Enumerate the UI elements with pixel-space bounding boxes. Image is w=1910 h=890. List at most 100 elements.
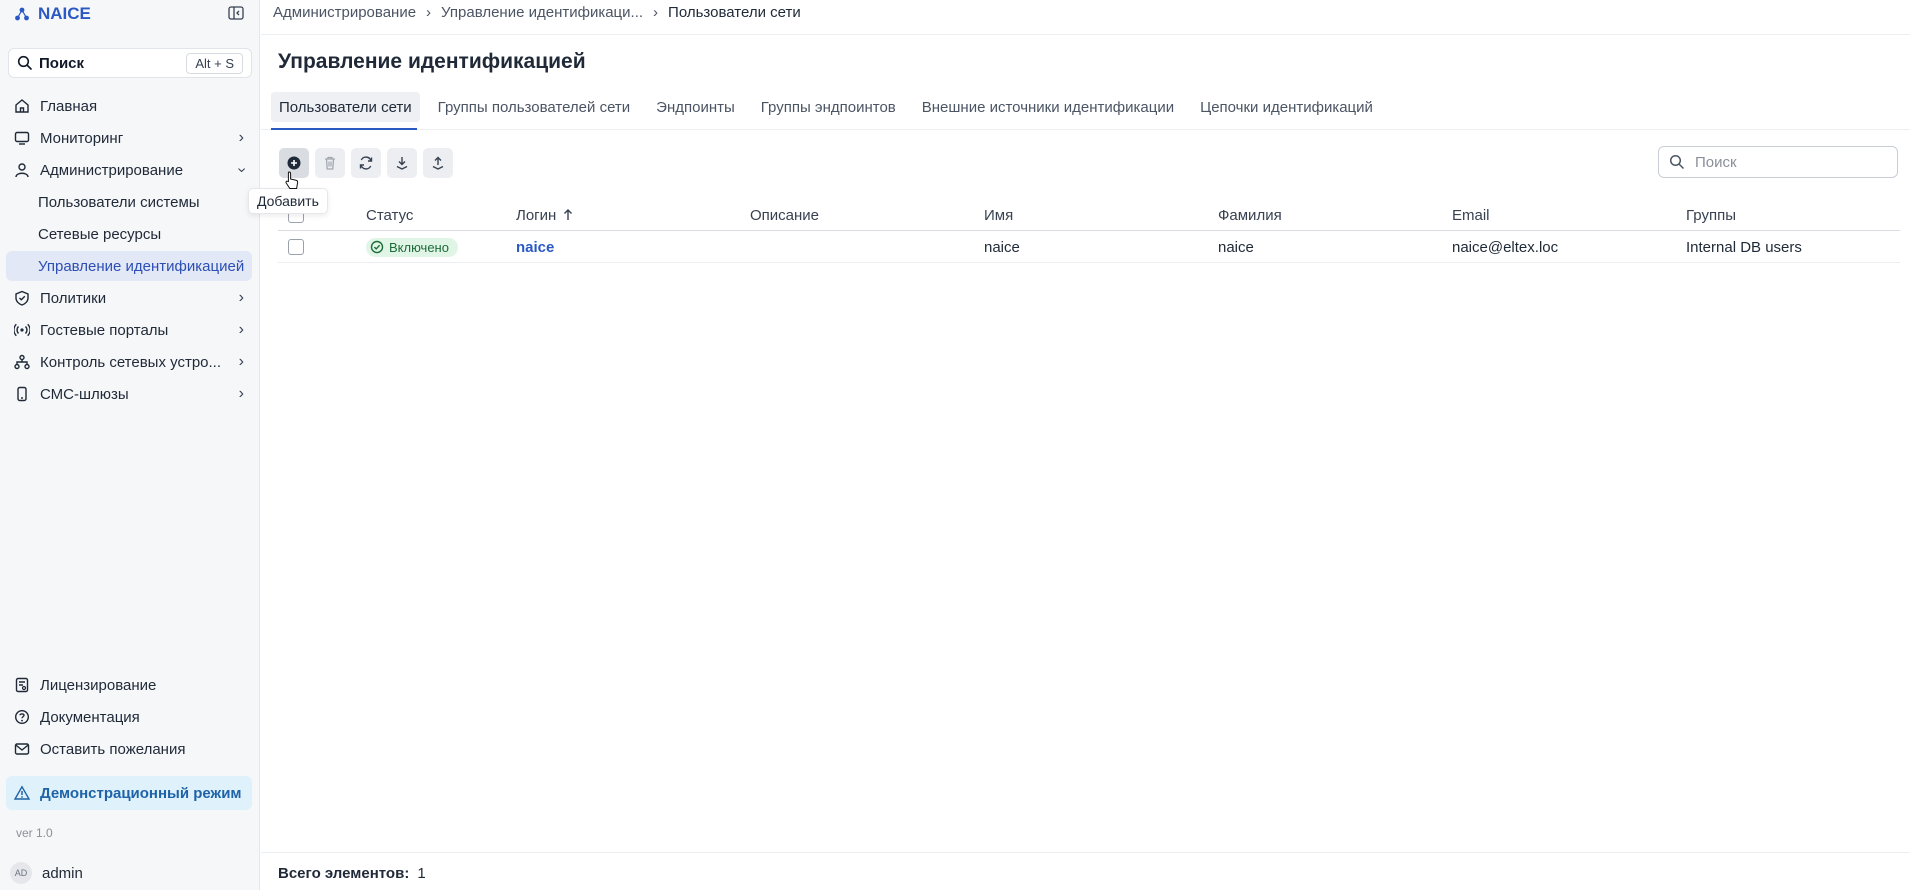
groups-cell: Internal DB users bbox=[1686, 238, 1802, 256]
sidebar-item-feedback[interactable]: Оставить пожелания bbox=[6, 734, 252, 764]
sidebar-item-label: СМС-шлюзы bbox=[40, 385, 129, 403]
delete-button[interactable] bbox=[315, 148, 345, 178]
chevron-right-icon: › bbox=[238, 129, 244, 146]
tab-external-identity-sources[interactable]: Внешние источники идентификации bbox=[914, 92, 1182, 122]
status-badge: Включено bbox=[366, 237, 458, 257]
search-icon bbox=[1669, 154, 1685, 170]
sidebar-subitem-label: Сетевые ресурсы bbox=[38, 225, 162, 243]
collapse-sidebar-icon[interactable] bbox=[228, 6, 244, 20]
add-tooltip: Добавить bbox=[248, 188, 328, 214]
breadcrumb: Администрирование › Управление идентифик… bbox=[273, 4, 801, 21]
pointer-cursor-icon bbox=[285, 171, 299, 189]
divider bbox=[261, 129, 1910, 130]
sidebar-subitem-label: Управление идентификацией bbox=[38, 257, 245, 275]
export-button[interactable] bbox=[423, 148, 453, 178]
chevron-right-icon: › bbox=[653, 4, 659, 21]
tab-network-users[interactable]: Пользователи сети bbox=[271, 92, 420, 122]
sidebar-item-monitoring[interactable]: Мониторинг › bbox=[6, 123, 252, 153]
tab-identity-chains[interactable]: Цепочки идентификаций bbox=[1192, 92, 1381, 122]
chevron-down-icon: › bbox=[233, 167, 251, 173]
sidebar-item-home[interactable]: Главная bbox=[6, 91, 252, 121]
divider bbox=[261, 852, 1910, 853]
check-circle-icon bbox=[370, 240, 384, 254]
column-header-status[interactable]: Статус bbox=[366, 200, 413, 230]
sidebar-item-licensing[interactable]: Лицензирование bbox=[6, 670, 252, 700]
column-header-description[interactable]: Описание bbox=[750, 200, 819, 230]
sidebar-item-label: Оставить пожелания bbox=[40, 740, 186, 758]
sidebar-item-guest-portals[interactable]: Гостевые порталы › bbox=[6, 315, 252, 345]
sidebar-item-label: Контроль сетевых устро... bbox=[40, 353, 222, 371]
table-search-input[interactable] bbox=[1693, 152, 1887, 172]
tab-endpoints[interactable]: Эндпоинты bbox=[648, 92, 743, 122]
total-count: Всего элементов: 1 bbox=[278, 865, 426, 882]
search-label: Поиск bbox=[39, 54, 85, 72]
sidebar-item-label: Политики bbox=[40, 289, 107, 307]
sidebar-item-label: Гостевые порталы bbox=[40, 321, 169, 339]
column-header-email[interactable]: Email bbox=[1452, 200, 1490, 230]
column-header-login[interactable]: Логин bbox=[516, 200, 576, 230]
user-icon bbox=[15, 163, 29, 178]
sidebar-item-administration[interactable]: Администрирование › bbox=[6, 155, 252, 185]
broadcast-icon bbox=[14, 323, 30, 337]
divider bbox=[261, 34, 1910, 35]
sidebar-item-label: Администрирование bbox=[40, 161, 184, 179]
row-checkbox-cell bbox=[288, 232, 304, 262]
main-content: Администрирование › Управление идентифик… bbox=[261, 0, 1910, 890]
breadcrumb-item[interactable]: Управление идентификаци... bbox=[441, 4, 643, 21]
status-cell: Включено bbox=[366, 232, 458, 262]
shield-check-icon bbox=[15, 290, 29, 306]
column-header-last-name[interactable]: Фамилия bbox=[1218, 200, 1282, 230]
app-name: NAICE bbox=[38, 4, 91, 23]
sidebar: NAICE Поиск Alt + S Главная Мониторинг ›… bbox=[0, 0, 260, 890]
home-icon bbox=[15, 99, 29, 113]
chevron-right-icon: › bbox=[426, 4, 432, 21]
sidebar-subitem-network-resources[interactable]: Сетевые ресурсы bbox=[6, 219, 252, 249]
plus-circle-icon bbox=[287, 156, 301, 170]
demo-mode-banner[interactable]: Демонстрационный режим bbox=[6, 776, 252, 810]
table-search[interactable] bbox=[1658, 146, 1898, 178]
warning-icon bbox=[14, 785, 30, 800]
login-link[interactable]: naice bbox=[516, 232, 554, 262]
tabs: Пользователи сети Группы пользователей с… bbox=[271, 92, 1391, 122]
sidebar-subitem-system-users[interactable]: Пользователи системы bbox=[6, 187, 252, 217]
upload-icon bbox=[432, 156, 444, 170]
sidebar-item-documentation[interactable]: Документация bbox=[6, 702, 252, 732]
total-label: Всего элементов: bbox=[278, 865, 410, 882]
first-name-cell: naice bbox=[984, 238, 1020, 256]
chevron-right-icon: › bbox=[238, 353, 244, 370]
tab-endpoint-groups[interactable]: Группы эндпоинтов bbox=[753, 92, 904, 122]
monitor-icon bbox=[14, 131, 30, 145]
status-label: Включено bbox=[389, 239, 449, 255]
toolbar bbox=[279, 148, 453, 178]
refresh-button[interactable] bbox=[351, 148, 381, 178]
total-value: 1 bbox=[417, 865, 426, 882]
sidebar-item-label: Главная bbox=[40, 97, 98, 115]
sidebar-subitem-identity-management[interactable]: Управление идентификацией bbox=[6, 251, 252, 281]
column-header-first-name[interactable]: Имя bbox=[984, 200, 1013, 230]
sidebar-item-label: Лицензирование bbox=[40, 676, 157, 694]
column-header-label: Логин bbox=[516, 206, 557, 224]
breadcrumb-item[interactable]: Администрирование bbox=[273, 4, 416, 21]
column-header-groups[interactable]: Группы bbox=[1686, 200, 1736, 230]
avatar: AD bbox=[10, 862, 32, 884]
mail-icon bbox=[14, 743, 30, 755]
user-menu[interactable]: AD admin bbox=[10, 862, 83, 884]
phone-icon bbox=[17, 386, 27, 402]
network-icon bbox=[14, 354, 30, 370]
row-checkbox[interactable] bbox=[288, 239, 304, 255]
sidebar-item-policies[interactable]: Политики › bbox=[6, 283, 252, 313]
tab-network-user-groups[interactable]: Группы пользователей сети bbox=[430, 92, 639, 122]
demo-mode-label: Демонстрационный режим bbox=[40, 784, 242, 802]
search-shortcut: Alt + S bbox=[186, 52, 243, 74]
app-brand[interactable]: NAICE bbox=[14, 4, 91, 24]
sidebar-item-sms-gateways[interactable]: СМС-шлюзы › bbox=[6, 379, 252, 409]
table-header: Статус Логин Описание Имя Фамилия Email … bbox=[278, 200, 1900, 231]
chevron-right-icon: › bbox=[238, 321, 244, 338]
sidebar-item-label: Документация bbox=[40, 708, 140, 726]
sidebar-item-network-devices[interactable]: Контроль сетевых устро... › bbox=[6, 347, 252, 377]
global-search[interactable]: Поиск Alt + S bbox=[8, 48, 252, 78]
active-tab-indicator bbox=[271, 128, 417, 130]
table-row[interactable]: Включено naice naice naice naice@eltex.l… bbox=[278, 232, 1900, 263]
last-name-cell: naice bbox=[1218, 238, 1254, 256]
import-button[interactable] bbox=[387, 148, 417, 178]
